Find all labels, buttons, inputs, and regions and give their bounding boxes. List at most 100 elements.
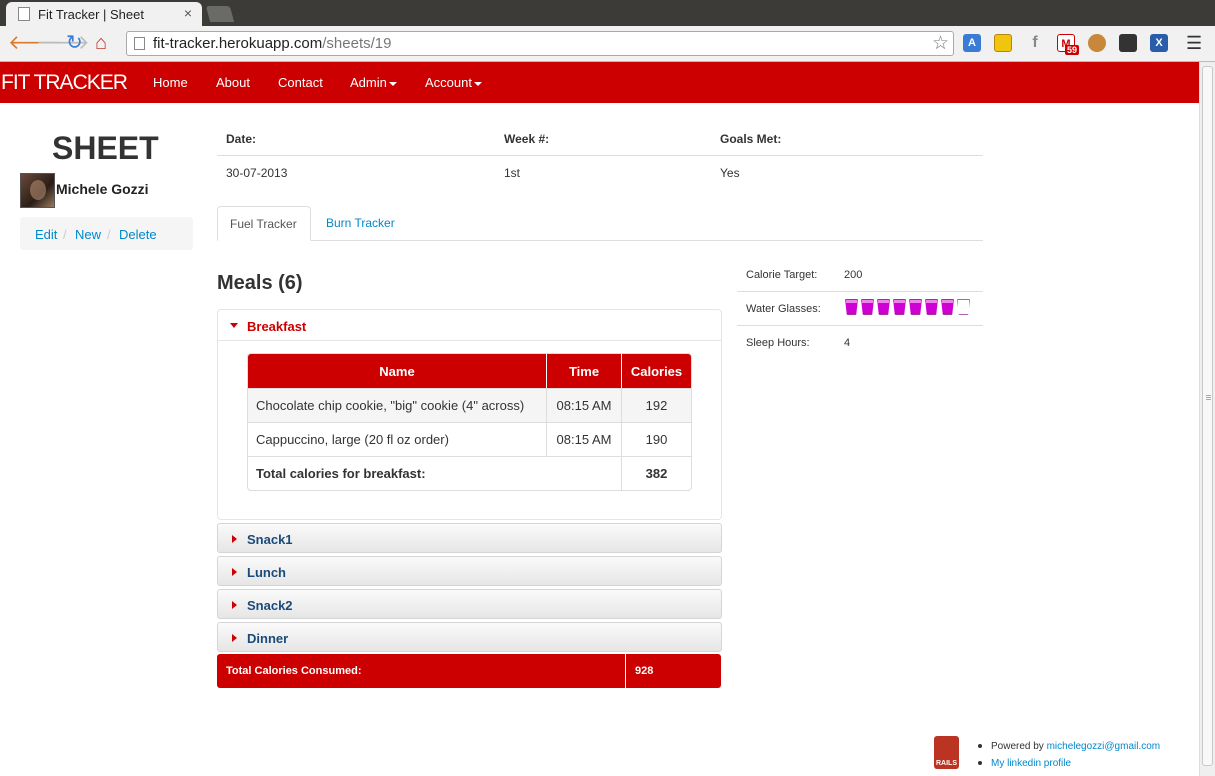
water-glass-empty-icon	[957, 299, 970, 315]
water-glass-full-icon	[909, 299, 922, 315]
rails-logo: RAILS	[934, 736, 959, 769]
sheet-actions-breadcrumb: Edit / New / Delete	[20, 217, 193, 250]
breakfast-total-label: Total calories for breakfast:	[248, 456, 621, 490]
food-calories: 192	[621, 388, 691, 422]
date-value: 30-07-2013	[226, 166, 288, 180]
column-header-name: Name	[248, 354, 546, 388]
table-row: Chocolate chip cookie, "big" cookie (4" …	[248, 388, 691, 422]
water-glasses-label: Water Glasses:	[746, 303, 821, 315]
cookie-icon[interactable]	[1088, 34, 1106, 52]
caret-down-icon	[388, 81, 397, 86]
bookmark-star-icon[interactable]: ☆	[932, 32, 949, 55]
url-text: fit-tracker.herokuapp.com/sheets/19	[153, 35, 392, 52]
user-name: Michele Gozzi	[56, 181, 149, 197]
food-name: Chocolate chip cookie, "big" cookie (4" …	[248, 388, 546, 422]
calorie-target-label: Calorie Target:	[746, 269, 818, 281]
scrollbar-thumb[interactable]	[1202, 66, 1213, 766]
divider	[217, 155, 983, 156]
table-row: Cappuccino, large (20 fl oz order) 08:15…	[248, 422, 691, 456]
delete-link[interactable]: Delete	[119, 227, 157, 242]
list-item: My linkedin profile	[978, 755, 1160, 772]
column-header-calories: Calories	[621, 354, 691, 388]
water-glass-full-icon	[861, 299, 874, 315]
caret-down-icon	[473, 81, 482, 86]
lunch-title: Lunch	[247, 565, 286, 580]
divider	[737, 291, 983, 292]
breakfast-total-value: 382	[621, 456, 691, 490]
water-glass-full-icon	[893, 299, 906, 315]
nav-account-dropdown[interactable]: Account	[425, 75, 482, 90]
browser-menu-icon[interactable]: ☰	[1186, 33, 1202, 54]
gmail-badge: 59	[1065, 45, 1080, 55]
new-link[interactable]: New	[75, 227, 101, 242]
tab-burn-tracker[interactable]: Burn Tracker	[314, 206, 407, 241]
meals-heading: Meals (6)	[217, 272, 303, 294]
email-link[interactable]: michelegozzi@gmail.com	[1047, 741, 1161, 752]
close-tab-icon[interactable]: ×	[184, 5, 192, 21]
avatar-face	[30, 180, 46, 200]
nav-contact[interactable]: Contact	[278, 75, 323, 90]
home-icon[interactable]: ⌂	[95, 32, 107, 54]
triangle-right-icon	[232, 568, 237, 576]
food-time: 08:15 AM	[546, 388, 621, 422]
page-icon	[134, 37, 145, 50]
folder-extension-icon[interactable]	[994, 34, 1012, 52]
avatar	[20, 173, 55, 208]
browser-tab[interactable]: Fit Tracker | Sheet ×	[6, 2, 202, 26]
breakfast-title: Breakfast	[247, 319, 307, 334]
tab-fuel-tracker[interactable]: Fuel Tracker	[217, 206, 311, 241]
app-navbar: FIT TRACKER Home About Contact Admin Acc…	[0, 62, 1199, 103]
date-header: Date:	[226, 132, 257, 146]
translate-icon[interactable]: A	[963, 34, 981, 52]
calorie-target-value: 200	[844, 269, 863, 281]
x-extension-icon[interactable]: X	[1150, 34, 1168, 52]
lunch-panel[interactable]: Lunch	[217, 556, 722, 586]
column-header-time: Time	[546, 354, 621, 388]
goals-header: Goals Met:	[720, 132, 782, 146]
dinner-panel[interactable]: Dinner	[217, 622, 722, 652]
triangle-right-icon	[232, 601, 237, 609]
food-name: Cappuccino, large (20 fl oz order)	[248, 422, 546, 456]
nav-about[interactable]: About	[216, 75, 250, 90]
water-glass-full-icon	[877, 299, 890, 315]
water-glasses	[845, 299, 973, 317]
browser-tab-title: Fit Tracker | Sheet	[38, 7, 144, 22]
divider	[737, 325, 983, 326]
new-tab-button[interactable]	[205, 6, 235, 22]
facebook-icon[interactable]: f	[1026, 34, 1044, 52]
table-total-row: Total calories for breakfast: 382	[248, 456, 691, 490]
sleep-hours-label: Sleep Hours:	[746, 337, 810, 349]
brand-logo[interactable]: FIT TRACKER	[1, 71, 128, 95]
list-item: Powered by michelegozzi@gmail.com	[978, 738, 1160, 755]
triangle-right-icon	[232, 634, 237, 642]
week-header: Week #:	[504, 132, 550, 146]
scrollbar[interactable]	[1199, 62, 1215, 776]
total-calories-bar: Total Calories Consumed: 928	[217, 654, 721, 688]
breakfast-panel-header[interactable]: Breakfast	[218, 310, 721, 341]
snack2-panel[interactable]: Snack2	[217, 589, 722, 619]
edit-link[interactable]: Edit	[35, 227, 57, 242]
snack1-panel[interactable]: Snack1	[217, 523, 722, 553]
triangle-right-icon	[232, 535, 237, 543]
goals-value: Yes	[720, 166, 740, 180]
triangle-down-icon	[230, 323, 238, 328]
browser-toolbar: 🡐 🡒 ↻ ⌂ fit-tracker.herokuapp.com/sheets…	[0, 26, 1215, 62]
footer-links: Powered by michelegozzi@gmail.com My lin…	[978, 738, 1160, 772]
week-value: 1st	[504, 166, 521, 180]
linkedin-link[interactable]: My linkedin profile	[991, 758, 1071, 769]
water-glass-full-icon	[845, 299, 858, 315]
reload-icon[interactable]: ↻	[66, 32, 83, 54]
tracker-tabs: Fuel Tracker Burn Tracker	[217, 206, 983, 241]
address-bar[interactable]: fit-tracker.herokuapp.com/sheets/19 ☆	[126, 31, 954, 56]
separator: /	[107, 227, 111, 242]
divider	[625, 654, 626, 688]
separator: /	[63, 227, 67, 242]
nav-admin-dropdown[interactable]: Admin	[350, 75, 397, 90]
total-calories-label: Total Calories Consumed:	[226, 665, 362, 677]
water-glass-full-icon	[941, 299, 954, 315]
nav-home[interactable]: Home	[153, 75, 188, 90]
total-calories-value: 928	[635, 665, 654, 677]
grip-icon	[1206, 395, 1211, 396]
device-extension-icon[interactable]	[1119, 34, 1137, 52]
page-title: SHEET	[52, 130, 159, 166]
